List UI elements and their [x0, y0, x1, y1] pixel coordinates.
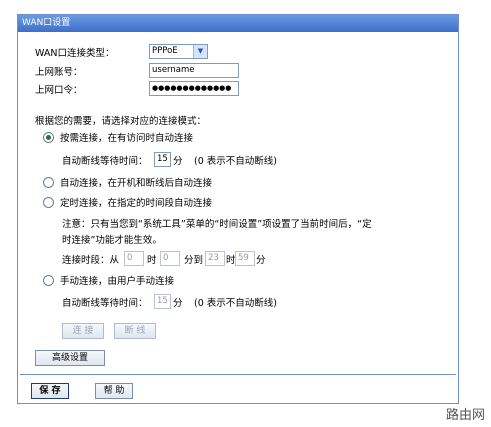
account-label: 上网账号： — [35, 67, 83, 78]
period-t2: 分到 — [184, 255, 204, 266]
mode-on-demand-label: 按需连接，在有访问时自动连接 — [60, 133, 194, 144]
save-button[interactable]: 保 存 — [31, 383, 69, 399]
password-input[interactable]: ●●●●●●●●●●●●● — [149, 81, 239, 96]
period-label: 连接时段：从 — [62, 255, 120, 266]
idle2-unit: 分 — [173, 298, 183, 309]
idle2-label: 自动断线等待时间： — [62, 298, 148, 309]
radio-manual[interactable] — [43, 275, 54, 286]
chevron-down-icon[interactable]: ▼ — [193, 45, 207, 58]
period-start-hour[interactable]: 0 — [124, 251, 144, 266]
period-start-minute[interactable]: 0 — [160, 251, 180, 266]
radio-timed[interactable] — [43, 197, 54, 208]
idle1-input[interactable]: 15 — [154, 152, 171, 167]
help-button[interactable]: 帮 助 — [95, 383, 133, 399]
mode-prompt: 根据您的需要，请选择对应的连接模式： — [35, 116, 207, 127]
watermark-text: 路由网 — [445, 408, 485, 423]
period-t1: 时 — [147, 255, 157, 266]
period-end-hour[interactable]: 23 — [205, 251, 225, 266]
mode-auto-label: 自动连接，在开机和断线后自动连接 — [60, 178, 213, 189]
conn-type-select[interactable]: PPPoE ▼ — [149, 44, 208, 59]
notice-line1: 注意：只有当您到“系统工具”菜单的“时间设置”项设置了当前时间后，“定 — [62, 219, 372, 230]
radio-auto[interactable] — [43, 177, 54, 188]
mode-timed-label: 定时连接，在指定的时间段自动连接 — [60, 198, 213, 209]
notice-line2: 时连接”功能才能生效。 — [62, 235, 162, 246]
idle1-note: (0 表示不自动断线) — [194, 156, 277, 167]
radio-on-demand[interactable] — [43, 132, 54, 143]
disconnect-button[interactable]: 断 线 — [114, 323, 156, 339]
idle2-note: (0 表示不自动断线) — [194, 298, 277, 309]
idle1-label: 自动断线等待时间： — [62, 156, 148, 167]
idle2-input[interactable]: 15 — [154, 294, 171, 309]
mode-manual-label: 手动连接，由用户手动连接 — [60, 276, 175, 287]
advanced-settings-button[interactable]: 高级设置 — [35, 350, 105, 366]
account-input[interactable]: username — [149, 63, 239, 78]
wan-settings-panel: WAN口设置 WAN口连接类型： PPPoE ▼ 上网账号： username … — [17, 14, 459, 404]
conn-type-value: PPPoE — [152, 46, 178, 56]
panel-title: WAN口设置 — [18, 15, 458, 32]
period-end-minute[interactable]: 59 — [235, 251, 255, 266]
period-t4: 分 — [256, 255, 266, 266]
password-label: 上网口令： — [35, 85, 83, 96]
idle1-unit: 分 — [173, 156, 183, 167]
divider — [20, 374, 456, 375]
conn-type-label: WAN口连接类型： — [35, 48, 115, 59]
connect-button[interactable]: 连 接 — [62, 323, 104, 339]
